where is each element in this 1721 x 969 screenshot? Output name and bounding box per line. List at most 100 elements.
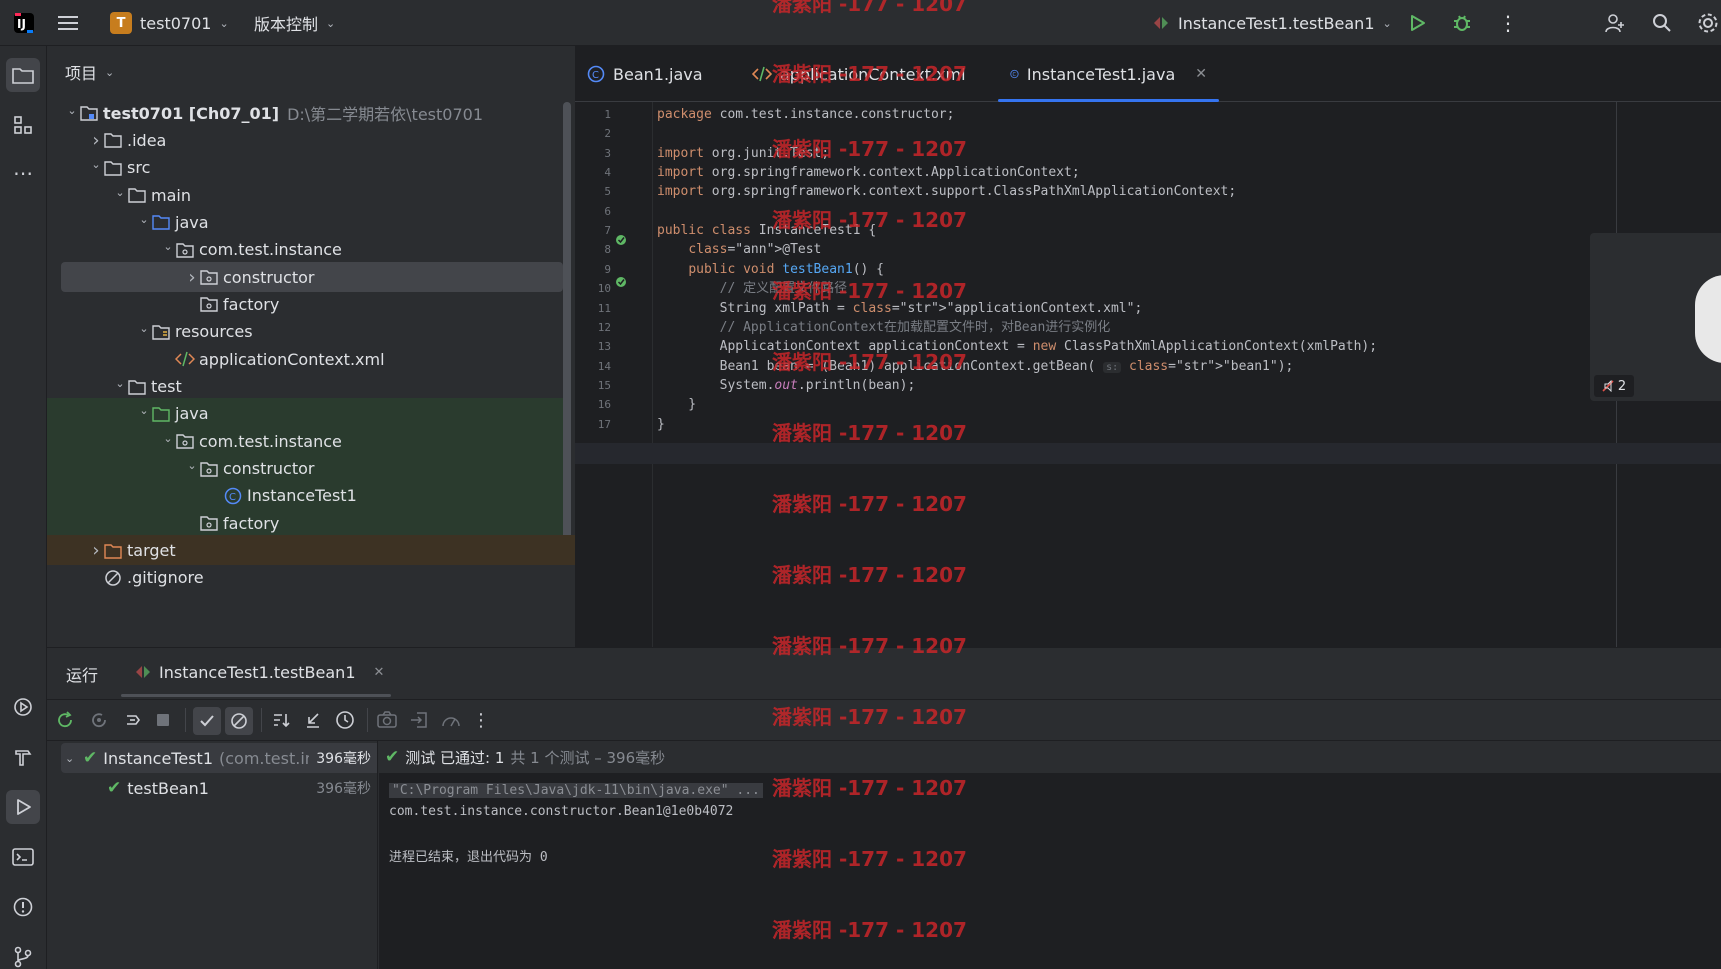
code-line[interactable]: 6 <box>575 201 1721 222</box>
code-line[interactable]: 17} <box>575 414 1721 435</box>
tree-item[interactable]: ⌄ main <box>113 180 629 210</box>
chevron-down-icon[interactable]: ⌄ <box>137 213 151 226</box>
project-selector[interactable]: T test0701 ⌄ <box>110 0 229 46</box>
more-options-icon[interactable]: ⋮ <box>469 708 493 732</box>
project-tool-folder-icon[interactable] <box>6 58 40 92</box>
chevron-right-icon[interactable]: › <box>89 130 103 151</box>
line-number: 2 <box>604 127 611 141</box>
chevron-down-icon[interactable]: ⌄ <box>137 404 151 417</box>
mute-icon <box>1602 380 1614 392</box>
tree-item[interactable]: › .idea <box>89 125 605 155</box>
code-line[interactable]: 12 // ApplicationContext在加载配置文件时，对Bean进行… <box>575 317 1721 338</box>
run-test-gutter-icon[interactable] <box>615 233 629 251</box>
services-icon[interactable] <box>6 690 40 724</box>
chevron-down-icon[interactable]: ⌄ <box>65 104 79 117</box>
sort-icon[interactable] <box>269 708 293 732</box>
tree-item-label: applicationContext.xml <box>199 349 385 369</box>
left-tool-strip: ⋯ <box>0 46 47 969</box>
test-history-icon[interactable] <box>333 708 357 732</box>
chevron-down-icon[interactable]: ⌄ <box>113 186 127 199</box>
tab-bean1-java[interactable]: C Bean1.java <box>575 46 715 102</box>
import-tests-icon[interactable] <box>407 708 431 732</box>
tree-item[interactable]: ⌄ src <box>89 153 605 183</box>
run-icon[interactable] <box>1408 0 1426 46</box>
more-actions-icon[interactable]: ⋮ <box>1498 0 1518 46</box>
run-tab-scrollbar[interactable] <box>121 694 391 697</box>
code-text: System.out.println(bean); <box>657 377 916 393</box>
code-line[interactable]: 13 ApplicationContext applicationContext… <box>575 336 1721 357</box>
structure-icon[interactable] <box>6 108 40 142</box>
rerun-failed-icon[interactable] <box>87 708 111 732</box>
close-icon[interactable]: ✕ <box>374 665 385 680</box>
tree-item-label: .gitignore <box>127 568 204 588</box>
vcs-menu[interactable]: 版本控制 ⌄ <box>254 0 335 46</box>
coverage-icon[interactable] <box>439 708 463 732</box>
tree-item[interactable]: ⌄ test0701 [Ch07_01] D:\第二学期若依\test0701 <box>65 98 581 128</box>
code-line[interactable]: 14 Bean1 bean = (Bean1) applicationConte… <box>575 356 1721 377</box>
java-class-icon: C <box>1010 69 1019 79</box>
line-number: 8 <box>604 243 611 257</box>
code-line[interactable]: 5 import org.springframework.context.supp… <box>575 181 1721 202</box>
avatar <box>1695 275 1721 363</box>
tree-item[interactable]: › target <box>89 536 605 566</box>
annotation-count-badge[interactable]: 2 <box>1594 375 1634 397</box>
app-logo-icon[interactable]: IJ <box>12 0 36 46</box>
chevron-down-icon[interactable]: ⌄ <box>137 322 151 335</box>
main-menu-icon[interactable] <box>58 0 78 46</box>
run-test-gutter-icon[interactable] <box>615 275 629 293</box>
chevron-right-icon[interactable]: › <box>185 267 199 288</box>
chevron-down-icon[interactable]: ⌄ <box>161 240 175 253</box>
chevron-down-icon[interactable]: ⌄ <box>89 158 103 171</box>
vcs-label: 版本控制 <box>254 15 319 34</box>
console-output[interactable]: ✔ 测试 已通过: 1 共 1 个测试 – 396毫秒 "C:\Program … <box>379 741 1721 969</box>
build-hammer-icon[interactable] <box>6 740 40 774</box>
code-editor[interactable]: 1 package com.test.instance.constructor; 2… <box>575 104 1721 504</box>
chevron-down-icon[interactable]: ⌄ <box>185 459 199 472</box>
code-line[interactable]: 4 import org.springframework.context.Appl… <box>575 162 1721 183</box>
chevron-down-icon[interactable]: ⌄ <box>161 432 175 445</box>
show-ignored-icon[interactable] <box>225 707 253 735</box>
code-line[interactable]: 16 } <box>575 394 1721 415</box>
settings-gear-icon[interactable] <box>1697 0 1719 46</box>
run-panel: 运行 InstanceTest1.testBean1 ✕ ⋮ ⌄ ✔ Insta… <box>47 647 1721 969</box>
tab-instancetest1-java[interactable]: C InstanceTest1.java ✕ <box>998 46 1219 102</box>
project-panel-header[interactable]: 项目 ⌄ <box>65 60 114 84</box>
run-config-selector[interactable]: InstanceTest1.testBean1 ⌄ <box>1152 0 1392 46</box>
code-line[interactable]: 11 String xmlPath = class="str">"applica… <box>575 298 1721 319</box>
code-text: String xmlPath = class="str">"applicatio… <box>657 300 1143 316</box>
code-line[interactable]: 3 import org.junit.Test; <box>575 143 1721 164</box>
more-tools-icon[interactable]: ⋯ <box>6 156 40 190</box>
tree-item[interactable]: .gitignore <box>89 563 605 593</box>
run-tab[interactable]: InstanceTest1.testBean1 ✕ <box>135 656 384 688</box>
git-branch-icon[interactable] <box>6 940 40 969</box>
rerun-icon[interactable] <box>53 708 77 732</box>
toggle-auto-test-icon[interactable] <box>121 708 145 732</box>
debug-icon[interactable] <box>1452 0 1472 46</box>
show-passed-icon[interactable] <box>193 707 221 735</box>
code-line[interactable]: 9 public void testBean1() { <box>575 259 1721 280</box>
package-icon <box>199 460 219 478</box>
tree-item[interactable]: ⌄ test <box>113 372 629 402</box>
problems-icon[interactable] <box>6 890 40 924</box>
stop-icon[interactable] <box>151 708 175 732</box>
tree-item-label: test <box>151 377 182 396</box>
test-method-name: testBean1 <box>127 778 209 798</box>
terminal-icon[interactable] <box>6 840 40 874</box>
code-line[interactable]: 15 System.out.println(bean); <box>575 375 1721 396</box>
code-line[interactable]: 10 // 定义配置文件路径 <box>575 278 1721 299</box>
search-icon[interactable] <box>1652 0 1672 46</box>
code-line[interactable]: 8 class="ann">@Test <box>575 239 1721 260</box>
chevron-right-icon[interactable]: › <box>89 540 103 561</box>
floating-video-widget[interactable]: 2 <box>1590 233 1721 401</box>
camera-icon[interactable] <box>375 708 399 732</box>
code-line[interactable]: 1 package com.test.instance.constructor; <box>575 104 1721 125</box>
code-with-me-icon[interactable] <box>1604 0 1626 46</box>
close-icon[interactable]: ✕ <box>1195 66 1207 82</box>
code-line[interactable]: 2 <box>575 123 1721 144</box>
tab-label: applicationContext.xml <box>780 64 966 84</box>
collapse-all-icon[interactable] <box>301 708 325 732</box>
chevron-down-icon[interactable]: ⌄ <box>113 377 127 390</box>
code-line[interactable]: 7 public class InstanceTest1 { <box>575 220 1721 241</box>
tab-application-context-xml[interactable]: applicationContext.xml <box>740 46 978 102</box>
run-tool-icon[interactable] <box>6 790 40 824</box>
